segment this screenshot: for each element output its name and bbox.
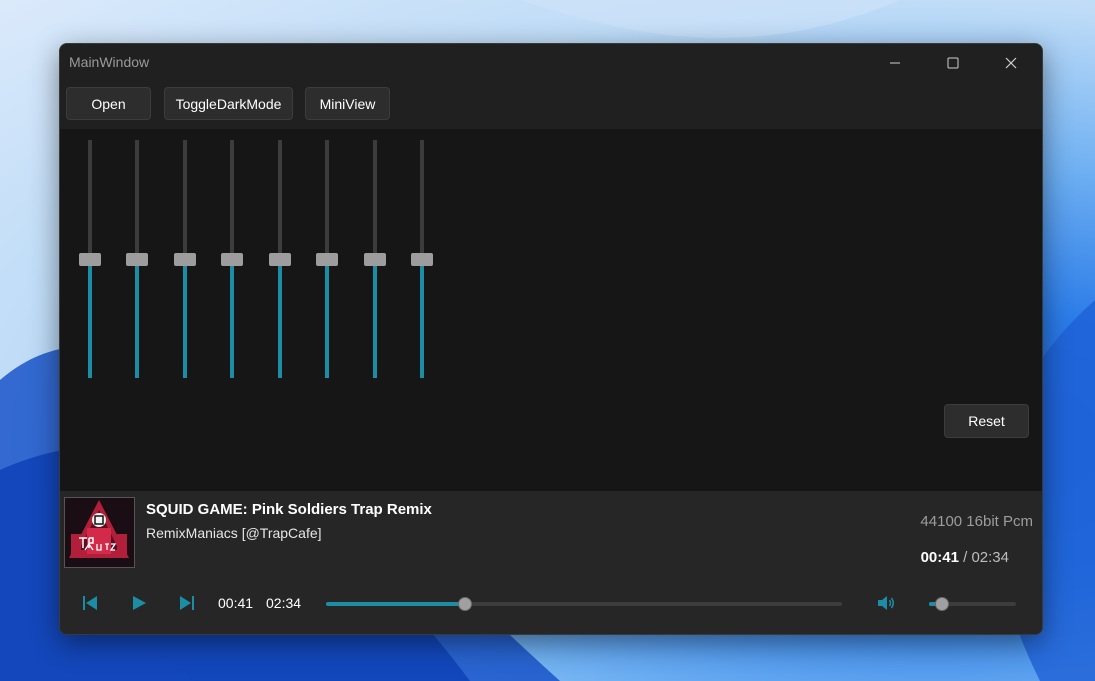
eq-track-filled — [135, 259, 139, 378]
total-time: 02:34 — [971, 549, 1009, 566]
current-time: 00:41 — [920, 549, 959, 566]
eq-track-upper — [278, 140, 282, 259]
eq-band-slider-2[interactable] — [125, 140, 149, 378]
volume-button[interactable] — [874, 591, 898, 615]
eq-thumb[interactable] — [79, 253, 101, 266]
reset-button[interactable]: Reset — [944, 404, 1029, 438]
time-readout: 00:41 / 02:34 — [921, 549, 1009, 566]
eq-track-filled — [183, 259, 187, 378]
equalizer-panel: Reset — [60, 129, 1042, 491]
eq-track-upper — [420, 140, 424, 259]
toggle-dark-mode-button[interactable]: ToggleDarkMode — [164, 87, 293, 120]
play-icon — [133, 596, 146, 610]
seek-thumb[interactable] — [458, 597, 472, 611]
title-bar[interactable]: MainWindow — [60, 44, 1042, 81]
eq-thumb[interactable] — [269, 253, 291, 266]
time-separator: / — [963, 549, 968, 566]
previous-button[interactable] — [78, 591, 102, 615]
play-button[interactable] — [127, 591, 151, 615]
volume-icon — [878, 596, 894, 610]
eq-band-slider-4[interactable] — [220, 140, 244, 378]
eq-thumb[interactable] — [411, 253, 433, 266]
eq-band-slider-6[interactable] — [315, 140, 339, 378]
eq-track-upper — [88, 140, 92, 259]
next-button[interactable] — [175, 591, 199, 615]
eq-band-slider-7[interactable] — [363, 140, 387, 378]
seek-slider[interactable] — [326, 597, 842, 611]
seek-progress — [326, 602, 465, 606]
skip-next-icon — [180, 596, 194, 610]
eq-track-filled — [230, 259, 234, 378]
eq-thumb[interactable] — [221, 253, 243, 266]
eq-track-upper — [135, 140, 139, 259]
song-title: SQUID GAME: Pink Soldiers Trap Remix — [146, 501, 432, 518]
main-window: MainWindow Open ToggleDarkMode MiniView … — [59, 43, 1043, 635]
album-art — [64, 497, 135, 568]
elapsed-time: 00:41 — [218, 595, 254, 611]
volume-slider[interactable] — [929, 597, 1016, 611]
eq-track-filled — [373, 259, 377, 378]
eq-track-filled — [420, 259, 424, 378]
minimize-icon — [890, 62, 900, 63]
volume-thumb[interactable] — [935, 597, 949, 611]
close-icon — [1005, 57, 1017, 68]
artist-name: RemixManiacs [@TrapCafe] — [146, 525, 322, 541]
eq-track-upper — [325, 140, 329, 259]
skip-previous-icon — [83, 596, 97, 610]
album-art-image — [65, 498, 134, 567]
close-button[interactable] — [982, 44, 1040, 81]
minimize-button[interactable] — [866, 44, 924, 81]
maximize-button[interactable] — [924, 44, 982, 81]
eq-thumb[interactable] — [316, 253, 338, 266]
eq-thumb[interactable] — [364, 253, 386, 266]
open-button[interactable]: Open — [66, 87, 151, 120]
eq-thumb[interactable] — [174, 253, 196, 266]
audio-format: 44100 16bit Pcm — [920, 513, 1033, 530]
eq-track-filled — [278, 259, 282, 378]
eq-band-slider-1[interactable] — [78, 140, 102, 378]
eq-track-filled — [88, 259, 92, 378]
toolbar: Open ToggleDarkMode MiniView — [60, 81, 1042, 129]
mini-view-button[interactable]: MiniView — [305, 87, 390, 120]
eq-thumb[interactable] — [126, 253, 148, 266]
eq-track-upper — [373, 140, 377, 259]
player-panel: SQUID GAME: Pink Soldiers Trap Remix Rem… — [60, 491, 1042, 634]
window-title: MainWindow — [69, 54, 150, 70]
eq-track-filled — [325, 259, 329, 378]
eq-band-slider-5[interactable] — [268, 140, 292, 378]
eq-band-slider-8[interactable] — [410, 140, 434, 378]
eq-band-slider-3[interactable] — [173, 140, 197, 378]
eq-track-upper — [230, 140, 234, 259]
maximize-icon — [947, 57, 959, 68]
eq-track-upper — [183, 140, 187, 259]
duration-time: 02:34 — [266, 595, 302, 611]
